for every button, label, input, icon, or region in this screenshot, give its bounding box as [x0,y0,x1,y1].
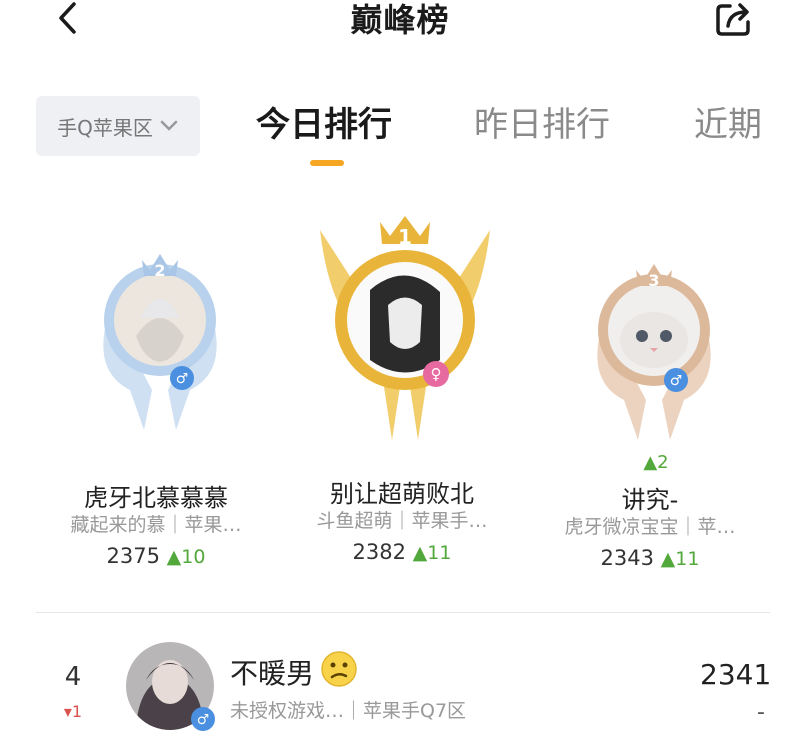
share-icon [716,3,750,36]
tab-indicator [310,160,344,166]
table-row[interactable]: 4 ▾1 ♂ 不暖男 未授权游戏…｜苹果手Q7区 2341 - [0,630,800,731]
podium-1-sub: 斗鱼超萌｜苹果手… [316,510,488,532]
divider [36,612,770,613]
podium-1-score-line: 2382 ▲11 [282,540,522,564]
confused-emoji-icon [321,651,357,687]
rank-1-badge: 1 ♀ [320,216,490,440]
podium-3-score: 2343 [600,546,654,570]
header: 巅峰榜 [0,0,800,50]
region-label: 手Q苹果区 [57,115,153,140]
row-rank-change: ▾1 [63,702,83,721]
tab-yesterday[interactable]: 昨日排行 [474,100,610,150]
chevron-down-icon [160,120,178,131]
row-rank: 4 [64,662,82,692]
podium-2-name[interactable]: 虎牙北慕慕慕 [36,478,276,513]
page-title: 巅峰榜 [350,1,450,39]
podium-3-change: ▲11 [660,548,700,570]
rank-3-badge: 3 ♂ [597,264,711,440]
region-select[interactable]: 手Q苹果区 [36,96,200,156]
female-icon: ♀ [431,365,442,383]
podium-2-sub: 藏起来的慕｜苹果… [70,514,242,536]
podium-3-rank-change: ▲2 [643,452,669,473]
podium-1-name[interactable]: 别让超萌败北 [282,474,522,509]
row-name[interactable]: 不暖男 [230,652,314,692]
male-icon: ♂ [191,707,215,731]
row-sub: 未授权游戏…｜苹果手Q7区 [230,700,467,722]
tab-today[interactable]: 今日排行 [256,100,392,150]
share-button[interactable] [712,0,756,40]
podium-3-name[interactable]: 讲究- [530,480,770,515]
podium-2-score-line: 2375 ▲10 [36,544,276,568]
podium-3-score-line: 2343 ▲11 [530,546,770,570]
tab-recent[interactable]: 近期 [694,100,774,150]
podium-2-change: ▲10 [166,546,206,568]
rank-1-number: 1 [398,225,412,249]
podium-2-score: 2375 [106,544,160,568]
rank-2-number: 2 [154,261,165,280]
rank-2-badge: 2 ♂ [103,254,217,430]
row-trend: - [757,700,765,725]
row-score: 2341 [700,658,772,691]
male-icon: ♂ [670,373,683,389]
svg-text:♂: ♂ [197,712,210,728]
podium-1-change: ▲11 [412,542,452,564]
podium-1-score: 2382 [352,540,406,564]
rank-3-number: 3 [648,271,659,290]
male-icon: ♂ [176,371,189,387]
podium-3-sub: 虎牙微凉宝宝｜苹… [564,516,736,538]
